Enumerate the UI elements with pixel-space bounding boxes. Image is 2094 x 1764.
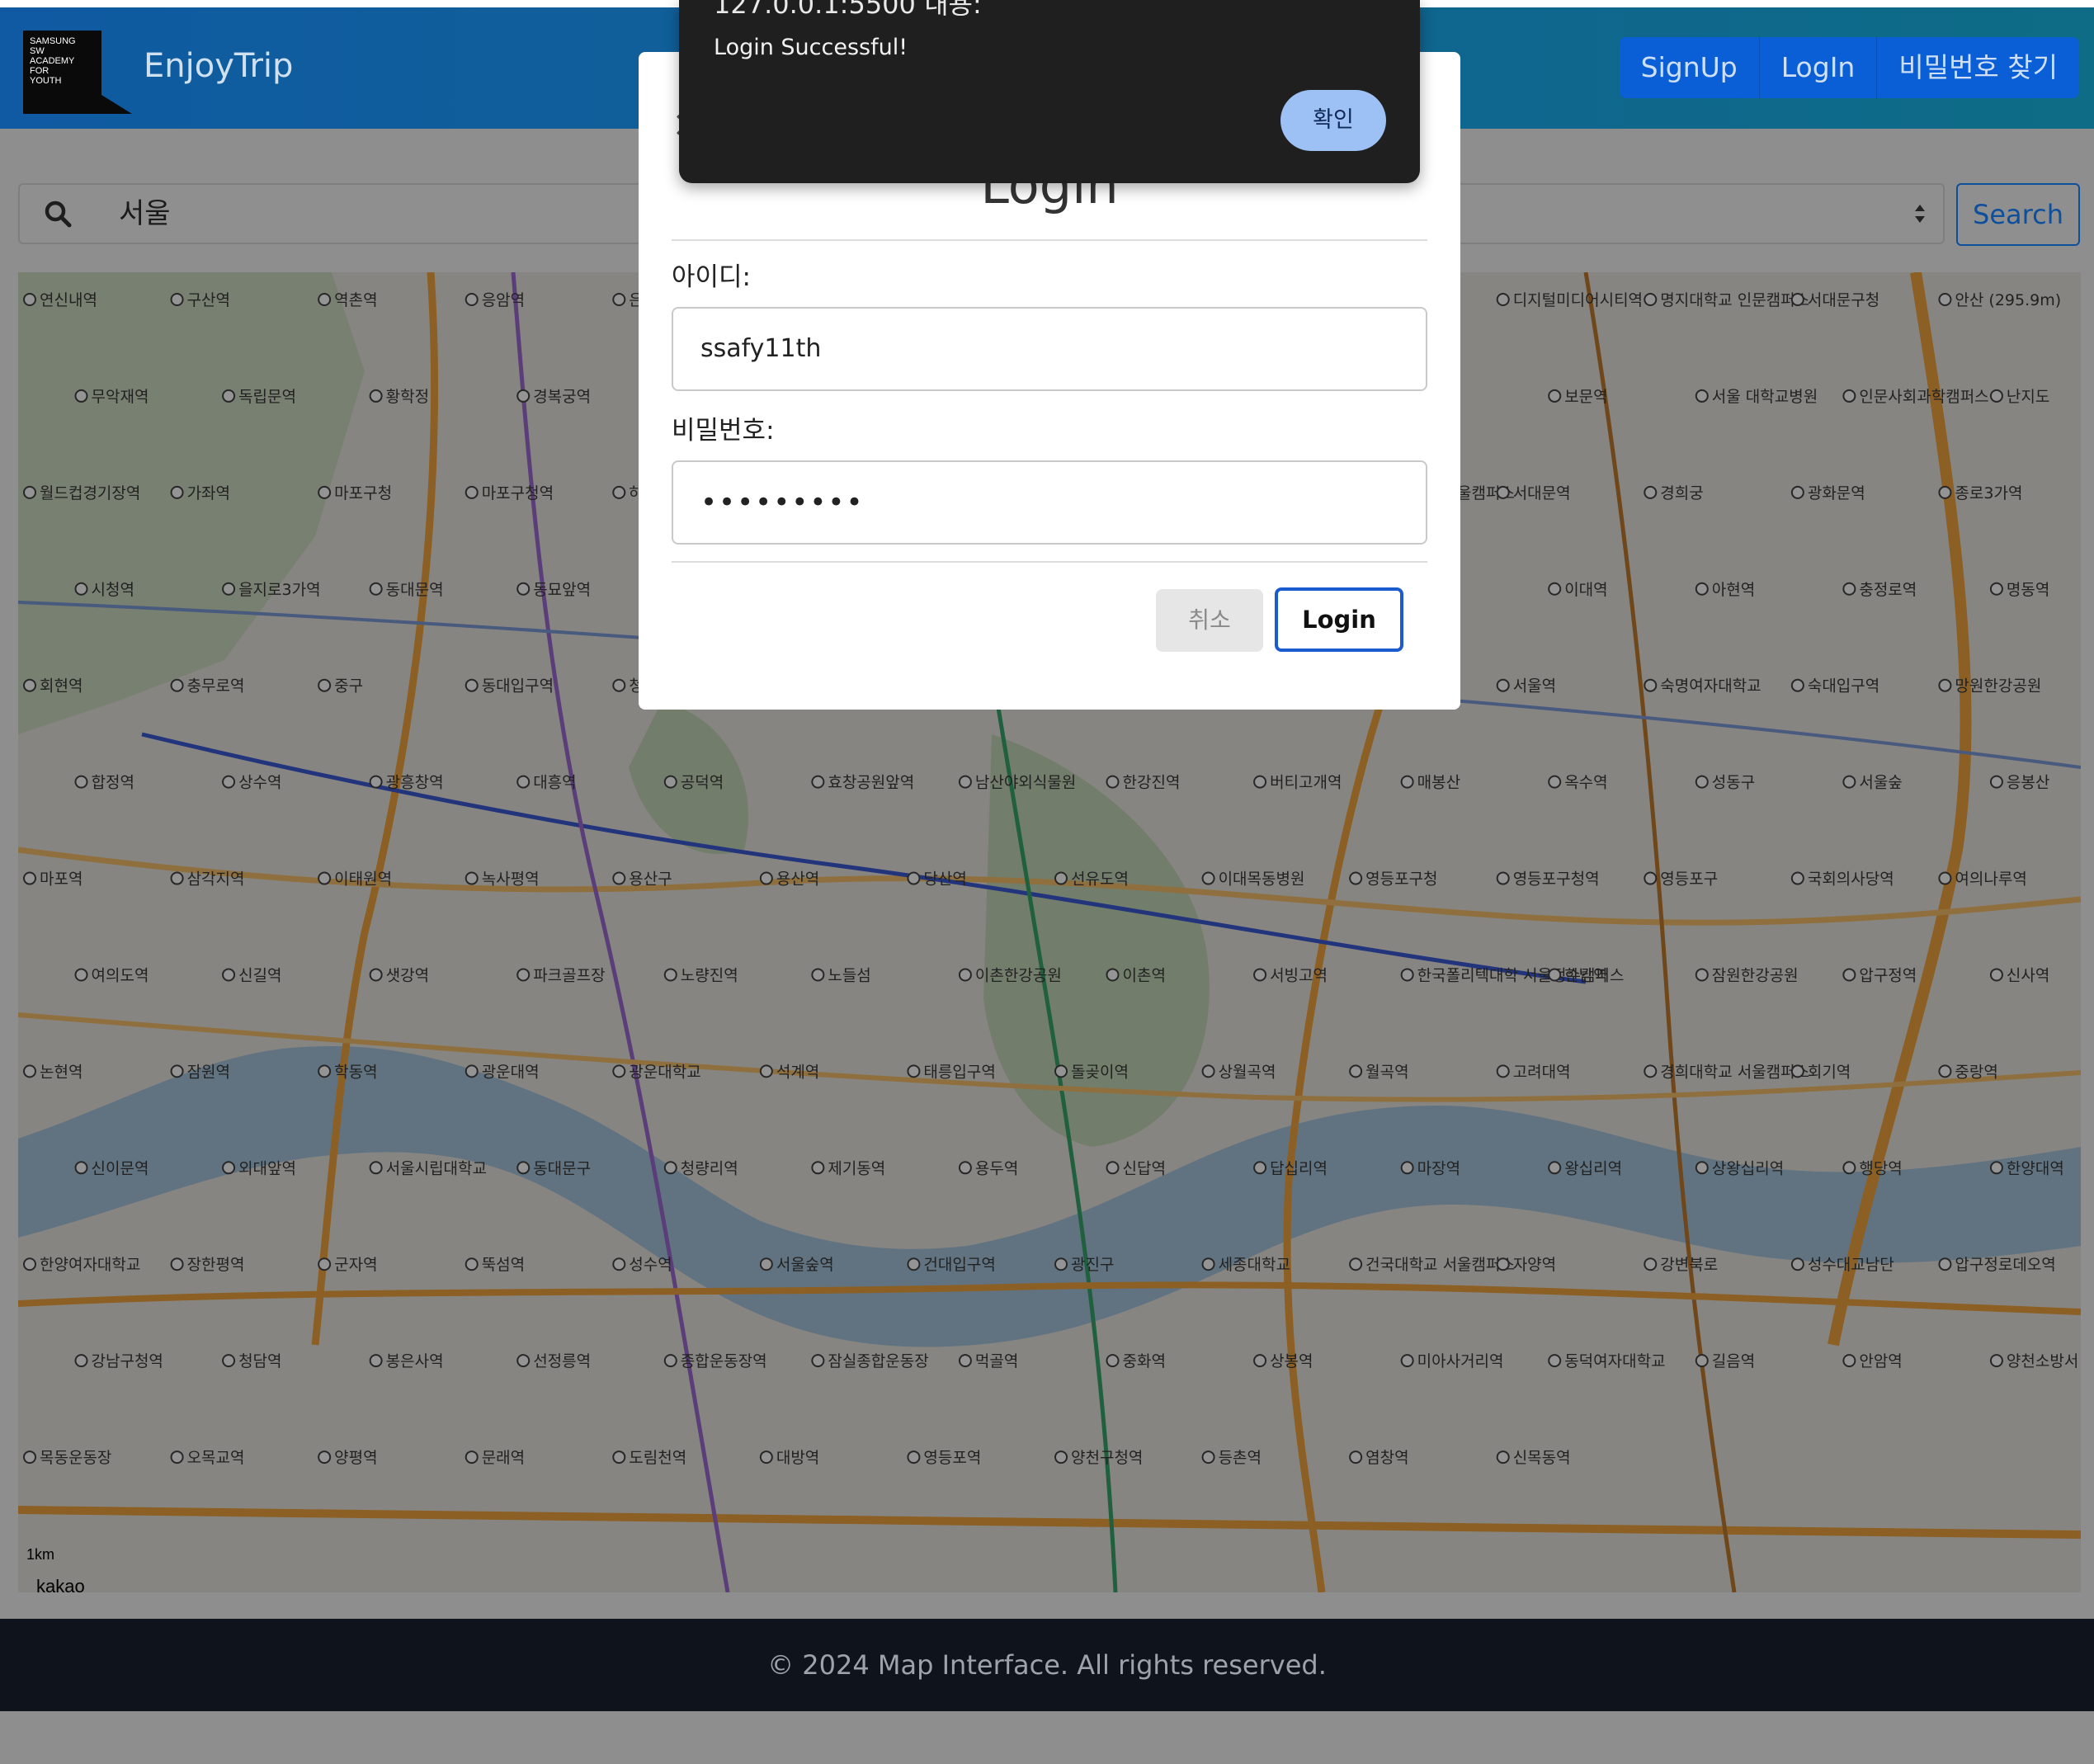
id-label: 아이디:: [672, 262, 752, 292]
cancel-button[interactable]: 취소: [1156, 589, 1263, 652]
modal-header-divider: [672, 239, 1427, 241]
search-icon: [20, 185, 96, 243]
alert-confirm-button[interactable]: 확인: [1280, 90, 1386, 151]
modal-footer-divider: [672, 561, 1427, 563]
search-button[interactable]: Search: [1956, 183, 2080, 246]
select-caret-icon[interactable]: [1912, 201, 1928, 226]
logo-text-line: SW: [30, 46, 45, 56]
alert-message: Login Successful!: [714, 35, 908, 60]
login-submit-button[interactable]: Login: [1275, 587, 1403, 652]
login-nav-button[interactable]: LogIn: [1759, 37, 1878, 98]
nav-button-group: SignUp LogIn 비밀번호 찾기: [1619, 37, 2079, 98]
logo-text-line: SAMSUNG: [30, 36, 76, 46]
password-label: 비밀번호:: [672, 416, 775, 446]
id-input[interactable]: ssafy11th: [672, 307, 1427, 391]
footer: © 2024 Map Interface. All rights reserve…: [0, 1619, 2094, 1711]
alert-origin: 127.0.0.1:5500 내용:: [714, 0, 982, 20]
logo-text-line: ACADEMY: [30, 56, 75, 66]
search-input[interactable]: 서울: [97, 185, 675, 243]
logo-text-line: FOR: [30, 66, 49, 76]
alert-dialog: 127.0.0.1:5500 내용: Login Successful! 확인: [679, 0, 1420, 183]
password-input[interactable]: •••••••••: [672, 460, 1427, 545]
find-password-button[interactable]: 비밀번호 찾기: [1877, 37, 2079, 98]
ssafy-logo[interactable]: SAMSUNG SW ACADEMY FOR YOUTH: [23, 31, 132, 114]
signup-button[interactable]: SignUp: [1619, 37, 1760, 98]
logo-text-line: YOUTH: [30, 76, 62, 86]
brand-title[interactable]: EnjoyTrip: [144, 47, 293, 85]
